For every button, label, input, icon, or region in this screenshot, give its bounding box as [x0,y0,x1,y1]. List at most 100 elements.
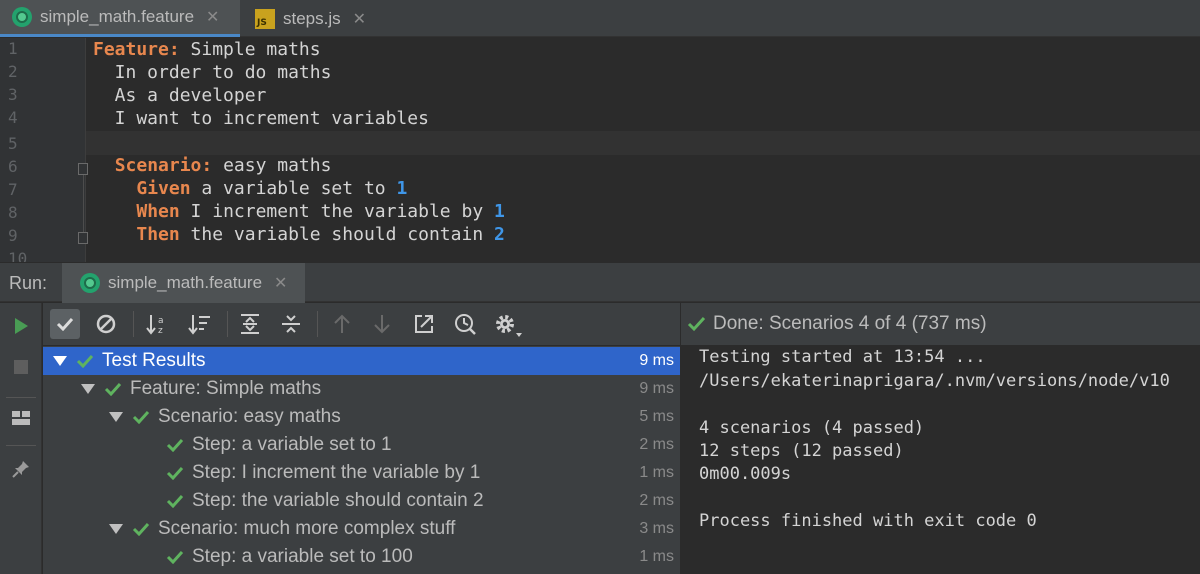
expand-arrow-icon[interactable] [109,524,123,534]
current-line-highlight [0,131,1200,155]
line-number: 9 [8,226,18,245]
js-file-icon: JS [255,8,275,29]
code-line-6: Scenario: easy maths [93,154,332,177]
svg-text:z: z [158,326,163,335]
arrow-down-icon [374,315,390,334]
toolbar-separator [6,397,36,398]
code-editor[interactable]: 1 2 3 4 5 6 7 8 9 10 Feature: Simple mat… [0,38,1200,262]
line-number: 8 [8,203,18,222]
pin-tab-button[interactable] [6,454,36,484]
tree-node-step[interactable]: Step: the variable should contain 2 2 ms [43,487,680,515]
gear-icon [496,315,514,333]
collapse-all-icon [282,315,300,333]
tree-node-test-results[interactable]: Test Results 9 ms [43,347,680,375]
history-icon [455,314,476,335]
gherkin-keyword: Given [136,178,191,199]
code-line-1: Feature: Simple maths [93,38,321,61]
tree-node-step[interactable]: Step: I increment the variable by 1 1 ms [43,459,680,487]
expand-arrow-icon[interactable] [81,384,95,394]
line-number: 4 [8,108,18,127]
editor-tab-simple-math-feature[interactable]: simple_math.feature ✕ [0,0,240,37]
code-text: the variable should contain [179,224,494,245]
fold-marker-icon[interactable] [78,232,88,244]
fold-marker-icon[interactable] [78,163,88,175]
console-line: Testing started at 13:54 ... [699,347,986,367]
passed-check-icon [166,438,184,452]
export-results-button[interactable] [409,309,439,339]
tree-node-label: Scenario: easy maths [158,406,341,427]
line-number: 2 [8,62,18,81]
tree-node-scenario[interactable]: Scenario: easy maths 5 ms [43,403,680,431]
editor-tab-steps-js[interactable]: JS steps.js ✕ [241,0,381,37]
gherkin-keyword: Then [136,224,180,245]
line-number: 1 [8,39,18,58]
line-number: 5 [8,134,18,153]
code-line-7: Given a variable set to 1 [93,177,407,200]
code-text: a variable set to [190,178,397,199]
tree-node-label: Test Results [102,350,206,371]
toolbar-separator [317,311,318,337]
rerun-button[interactable] [6,311,36,341]
gherkin-keyword: Feature: [93,39,180,60]
toolbar-separator [227,311,228,337]
tree-node-duration: 3 ms [639,520,674,537]
code-number: 1 [494,201,505,222]
passed-check-icon [104,382,122,396]
tree-node-scenario[interactable]: Scenario: much more complex stuff 3 ms [43,515,680,543]
run-side-toolbar [0,303,42,574]
close-tab-icon[interactable]: ✕ [206,7,219,27]
run-tool-window-header: Run: simple_math.feature ✕ [0,262,1200,303]
expand-all-button[interactable] [235,309,265,339]
editor-tab-bar: simple_math.feature ✕ JS steps.js ✕ [0,0,1200,37]
gherkin-keyword: When [136,201,180,222]
expand-all-icon [241,314,259,334]
tree-node-label: Step: I increment the variable by 1 [192,462,481,483]
run-tab-simple-math-feature[interactable]: simple_math.feature ✕ [62,263,306,303]
expand-arrow-icon[interactable] [53,356,67,366]
run-label: Run: [9,273,48,293]
passed-check-icon [76,354,94,368]
code-text: Simple maths [179,39,321,60]
sort-alpha-icon: a z [146,315,164,335]
previous-failed-button[interactable] [327,309,357,339]
line-number: 10 [8,249,28,262]
tree-node-label: Feature: Simple maths [130,378,322,399]
tree-node-duration: 1 ms [639,464,674,481]
tree-node-step[interactable]: Step: a variable set to 100 1 ms [43,543,680,571]
close-tab-icon[interactable]: ✕ [353,9,366,29]
sort-by-duration-button[interactable] [185,309,215,339]
passed-check-icon [132,522,150,536]
stop-icon [14,360,28,374]
stop-button[interactable] [6,352,36,382]
editor-tab-label: steps.js [283,8,341,28]
layout-button[interactable] [6,403,36,433]
collapse-all-button[interactable] [276,309,306,339]
pin-icon [12,461,29,478]
toolbar-separator [6,445,36,446]
show-passed-button[interactable] [50,309,80,339]
svg-text:a: a [158,316,164,326]
tree-node-feature[interactable]: Feature: Simple maths 9 ms [43,375,680,403]
test-tree-toolbar: a z [43,303,680,345]
passed-check-icon [166,550,184,564]
expand-arrow-icon[interactable] [109,412,123,422]
code-number: 2 [494,224,505,245]
test-history-button[interactable] [450,309,480,339]
run-tab-label: simple_math.feature [108,273,263,292]
tree-node-duration: 1 ms [639,548,674,565]
sort-alphabetically-button[interactable]: a z [143,309,173,339]
fold-guide [83,175,84,239]
settings-button[interactable] [490,309,522,339]
next-failed-button[interactable] [367,309,397,339]
tree-node-duration: 2 ms [639,436,674,453]
export-icon [415,315,433,333]
tree-node-duration: 5 ms [639,408,674,425]
passed-check-icon [687,316,706,332]
test-status-bar: Done: Scenarios 4 of 4 (737 ms) [681,303,1200,345]
tree-node-step[interactable]: Step: a variable set to 1 2 ms [43,431,680,459]
show-ignored-button[interactable] [91,309,121,339]
layout-icon [12,411,30,425]
console-output[interactable]: Testing started at 13:54 ... /Users/ekat… [681,345,1200,574]
close-run-tab-icon[interactable]: ✕ [274,273,287,293]
test-results-tree[interactable]: Test Results 9 ms Feature: Simple maths … [43,346,680,574]
